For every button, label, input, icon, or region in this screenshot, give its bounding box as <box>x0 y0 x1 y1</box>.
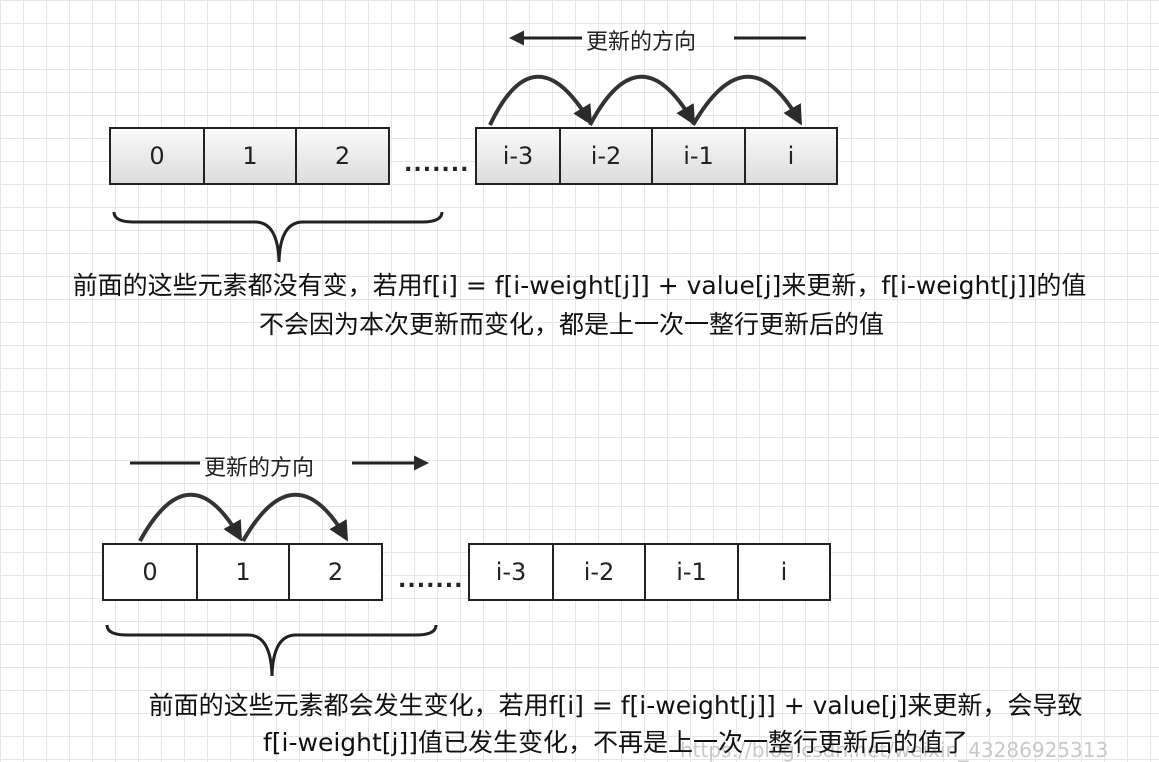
bottom-curve-arrow-1 <box>138 492 242 542</box>
bottom-brace <box>105 624 438 677</box>
top-brace <box>112 211 444 263</box>
top-curve-arrow-1 <box>488 74 593 126</box>
top-curve-arrow-2 <box>588 74 695 126</box>
bottom-curve-arrow-2 <box>241 492 349 542</box>
diagram-overlay <box>105 30 806 677</box>
top-curve-arrow-3 <box>691 74 802 127</box>
